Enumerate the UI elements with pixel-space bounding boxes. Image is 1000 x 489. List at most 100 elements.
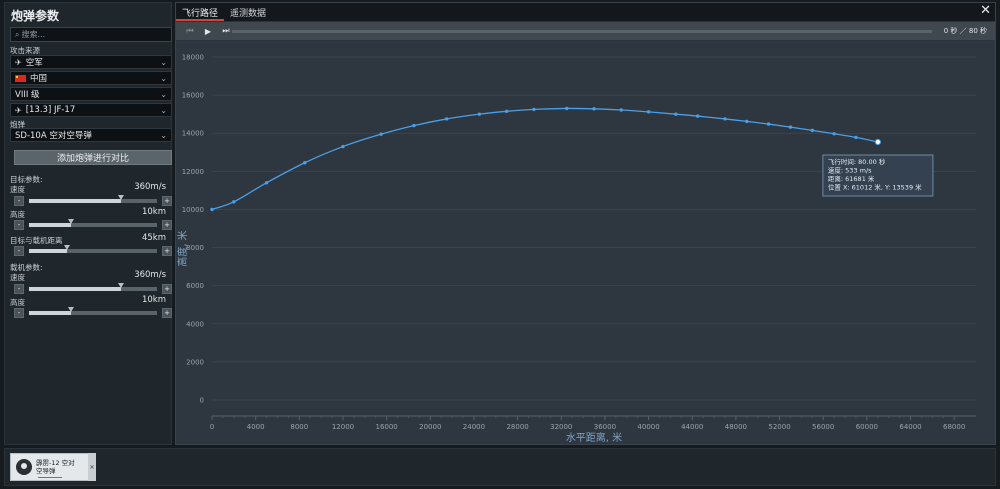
chevron-down-icon: ⌄ [160,58,167,67]
increase-button[interactable]: + [162,246,172,256]
panel-title: 炮弹参数 [11,9,60,23]
rank-dropdown[interactable]: VIII 级 ⌄ [10,87,172,101]
distance-slider[interactable]: - + [14,245,172,256]
data-point [210,207,214,212]
remove-compare-button[interactable]: × [88,453,96,481]
slider-track[interactable] [29,219,157,227]
x-tick-label: 64000 [899,423,921,431]
tab-telemetry[interactable]: 遥测数据 [224,3,272,21]
x-tick-label: 16000 [375,423,397,431]
data-point [810,128,814,133]
data-point [674,112,678,116]
decrease-button[interactable]: - [14,196,24,206]
app-window: 炮弹参数 ⌕ 搜索... 攻击来源 ✈ 空军 ⌄ 中国 ⌄ VIII 级 ⌄ ✈… [0,0,1000,489]
carrier-speed-slider[interactable]: - + [14,283,172,294]
rank-dropdown-value: VIII 级 [15,90,40,100]
x-tick-label: 48000 [725,423,747,431]
decrease-button[interactable]: - [14,308,24,318]
playback-scrubber[interactable] [232,30,932,33]
play-icon[interactable]: ▶ [200,24,216,38]
x-tick-label: 68000 [943,423,965,431]
tooltip-line: 位置 X: 61012 米, Y: 13539 米 [828,183,922,192]
decrease-button[interactable]: - [14,220,24,230]
y-tick-label: 10000 [182,206,204,214]
data-point [565,106,569,111]
shell-dropdown-value: SD-10A 空对空导弹 [15,131,92,141]
distance-value: 45km [141,233,166,243]
increase-button[interactable]: + [162,220,172,230]
chevron-down-icon: ⌄ [160,74,167,83]
airforce-icon: ✈ [15,57,22,67]
x-tick-label: 52000 [768,423,790,431]
slider-thumb[interactable] [118,283,125,288]
slider-track[interactable] [29,283,157,291]
x-tick-label: 12000 [332,423,354,431]
shell-dropdown[interactable]: SD-10A 空对空导弹 ⌄ [10,128,172,142]
target-speed-slider[interactable]: - + [14,195,172,206]
flight-path-chart: 0 2000 4000 6000 8000 10000 12000 14000 16000 180… [176,41,995,444]
increase-button[interactable]: + [162,196,172,206]
aircraft-dropdown[interactable]: ✈ [13.3] JF-17 ⌄ [10,103,172,117]
chart-svg: 0 2000 4000 6000 8000 10000 12000 14000 16000 180… [176,54,976,444]
slider-fill [29,249,68,253]
search-placeholder: 搜索... [21,30,46,39]
data-point [788,125,793,129]
x-tick-label: 44000 [681,423,703,431]
slider-track[interactable] [29,307,157,315]
decrease-button[interactable]: - [14,284,24,294]
increase-button[interactable]: + [162,284,172,294]
data-point [477,112,482,116]
tooltip-line: 距离: 61681 米 [828,174,875,183]
y-axis-label: 高度, 米 [176,230,189,266]
target-alt-label: 高度 [10,210,25,219]
missile-icon [16,459,32,475]
x-tick-label: 24000 [463,423,485,431]
y-tick-label: 0 [200,397,204,405]
slider-fill [29,287,122,291]
shell-params-panel: 炮弹参数 ⌕ 搜索... 攻击来源 ✈ 空军 ⌄ 中国 ⌄ VIII 级 ⌄ ✈… [4,2,172,445]
data-point [264,181,269,185]
increase-button[interactable]: + [162,308,172,318]
y-tick-label: 6000 [186,282,204,290]
compare-card[interactable]: 霹雳-12 空对空导弹 [10,453,94,481]
slider-thumb[interactable] [118,195,125,200]
chevron-down-icon: ⌄ [160,90,167,99]
carrier-speed-label: 速度 [10,273,25,282]
slider-thumb[interactable] [68,307,75,312]
tab-flight-path[interactable]: 飞行路径 [176,3,225,21]
carrier-speed-value: 360m/s [134,270,166,280]
slider-thumb[interactable] [68,219,75,224]
tooltip-line: 飞行时间: 80.00 秒 [828,157,886,166]
search-input[interactable]: ⌕ 搜索... [10,27,172,42]
close-icon[interactable]: ✕ [980,4,991,17]
x-tick-label: 60000 [856,423,878,431]
country-dropdown[interactable]: 中国 ⌄ [10,71,172,85]
add-compare-button[interactable]: 添加炮弹进行对比 [14,150,172,165]
tooltip-line: 速度: 533 m/s [828,166,872,175]
series-color-swatch [38,477,62,478]
carrier-alt-slider[interactable]: - + [14,307,172,318]
y-tick-label: 18000 [182,54,204,62]
skip-back-icon[interactable]: ⏮ [182,24,198,38]
y-tick-label: 14000 [182,130,204,138]
decrease-button[interactable]: - [14,246,24,256]
compare-card-label: 霹雳-12 空对空导弹 [36,459,75,475]
x-tick-label: 36000 [594,423,616,431]
slider-track[interactable] [29,195,157,203]
source-dropdown-value: 空军 [25,58,43,68]
x-tick-label: 0 [210,423,214,431]
current-point [874,138,882,146]
search-icon: ⌕ [15,29,20,39]
slider-track[interactable] [29,245,157,253]
source-dropdown[interactable]: ✈ 空军 ⌄ [10,55,172,69]
carrier-alt-label: 高度 [10,298,25,307]
data-point [444,117,449,121]
data-point [504,109,509,114]
data-point [619,108,623,112]
slider-thumb[interactable] [64,245,71,250]
distance-label: 目标与载机距离 [10,236,63,245]
target-alt-slider[interactable]: - + [14,219,172,230]
carrier-alt-value: 10km [141,295,166,305]
data-point [695,114,700,118]
x-tick-label: 32000 [550,423,572,431]
